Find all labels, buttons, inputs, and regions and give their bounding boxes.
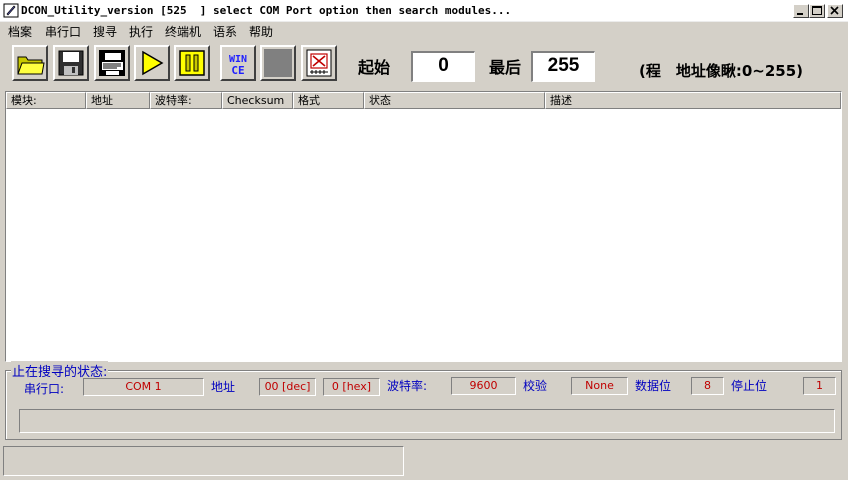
module-button[interactable] [301,45,337,81]
title-bar: DCON_Utility_version [525 ] select COM P… [0,0,848,22]
status-bar-right [404,446,845,476]
menu-language[interactable]: 语系 [213,23,237,40]
save-disk-icon [58,50,84,76]
window-title: DCON_Utility_version [525 ] select COM P… [21,4,512,17]
minimize-button[interactable] [793,4,809,18]
com-port-label: 串行口: [24,382,65,396]
com-port-value: COM 1 [83,378,204,396]
checksum-label: 校验 [523,379,548,393]
data-bits-value: 8 [691,377,724,395]
baud-value: 9600 [451,377,516,395]
stop-bits-value: 1 [803,377,836,395]
address-dec-value: 00 [dec] [259,378,316,396]
maximize-button[interactable] [809,4,825,18]
open-button[interactable] [12,45,48,81]
module-list[interactable]: 模块: 地址 波特率: Checksum 格式 状态 描述 [5,91,842,362]
menu-com-port[interactable]: 串行口 [45,23,81,40]
stop-button[interactable] [260,45,296,81]
column-module[interactable]: 模块: [6,92,86,109]
stop-bits-label: 停止位 [731,379,768,393]
terminal-icon [99,50,125,76]
menu-bar: 档案 串行口 搜寻 执行 终端机 语系 帮助 [0,22,848,40]
close-button[interactable] [827,4,843,18]
pause-button[interactable] [174,45,210,81]
end-label: 最后 [489,58,522,77]
end-address-input[interactable]: 255 [531,51,595,82]
terminal-button[interactable] [94,45,130,81]
menu-run[interactable]: 执行 [129,23,153,40]
search-progress-bar [19,409,835,433]
menu-file[interactable]: 档案 [8,23,32,40]
column-address[interactable]: 地址 [86,92,150,109]
column-description[interactable]: 描述 [545,92,841,109]
start-address-input[interactable]: 0 [411,51,475,82]
column-baud[interactable]: 波特率: [150,92,222,109]
column-format[interactable]: 格式 [293,92,364,109]
status-bar-left [3,446,404,476]
address-range-hint: (程 地址像瞅:0~255) [639,62,804,80]
play-icon [142,50,164,76]
data-bits-label: 数据位 [635,379,672,393]
menu-help[interactable]: 帮助 [249,23,273,40]
module-icon [306,49,332,77]
address-label: 地址 [211,380,236,394]
menu-search[interactable]: 搜寻 [93,23,117,40]
start-label: 起始 [358,58,391,77]
menu-terminal[interactable]: 终端机 [165,23,201,40]
run-button[interactable] [134,45,170,81]
baud-label: 波特率: [387,379,428,393]
stop-square-icon [264,49,292,77]
wince-button[interactable]: WIN CE [220,45,256,81]
save-button[interactable] [53,45,89,81]
wince-label-bottom: CE [231,64,244,77]
checksum-value: None [571,377,628,395]
address-hex-value: 0 [hex] [323,378,380,396]
open-folder-icon [17,56,45,75]
column-checksum[interactable]: Checksum [222,92,293,109]
column-status[interactable]: 状态 [364,92,545,109]
app-icon [3,3,19,18]
wince-icon: WIN CE [229,54,247,77]
pause-icon [179,50,205,76]
